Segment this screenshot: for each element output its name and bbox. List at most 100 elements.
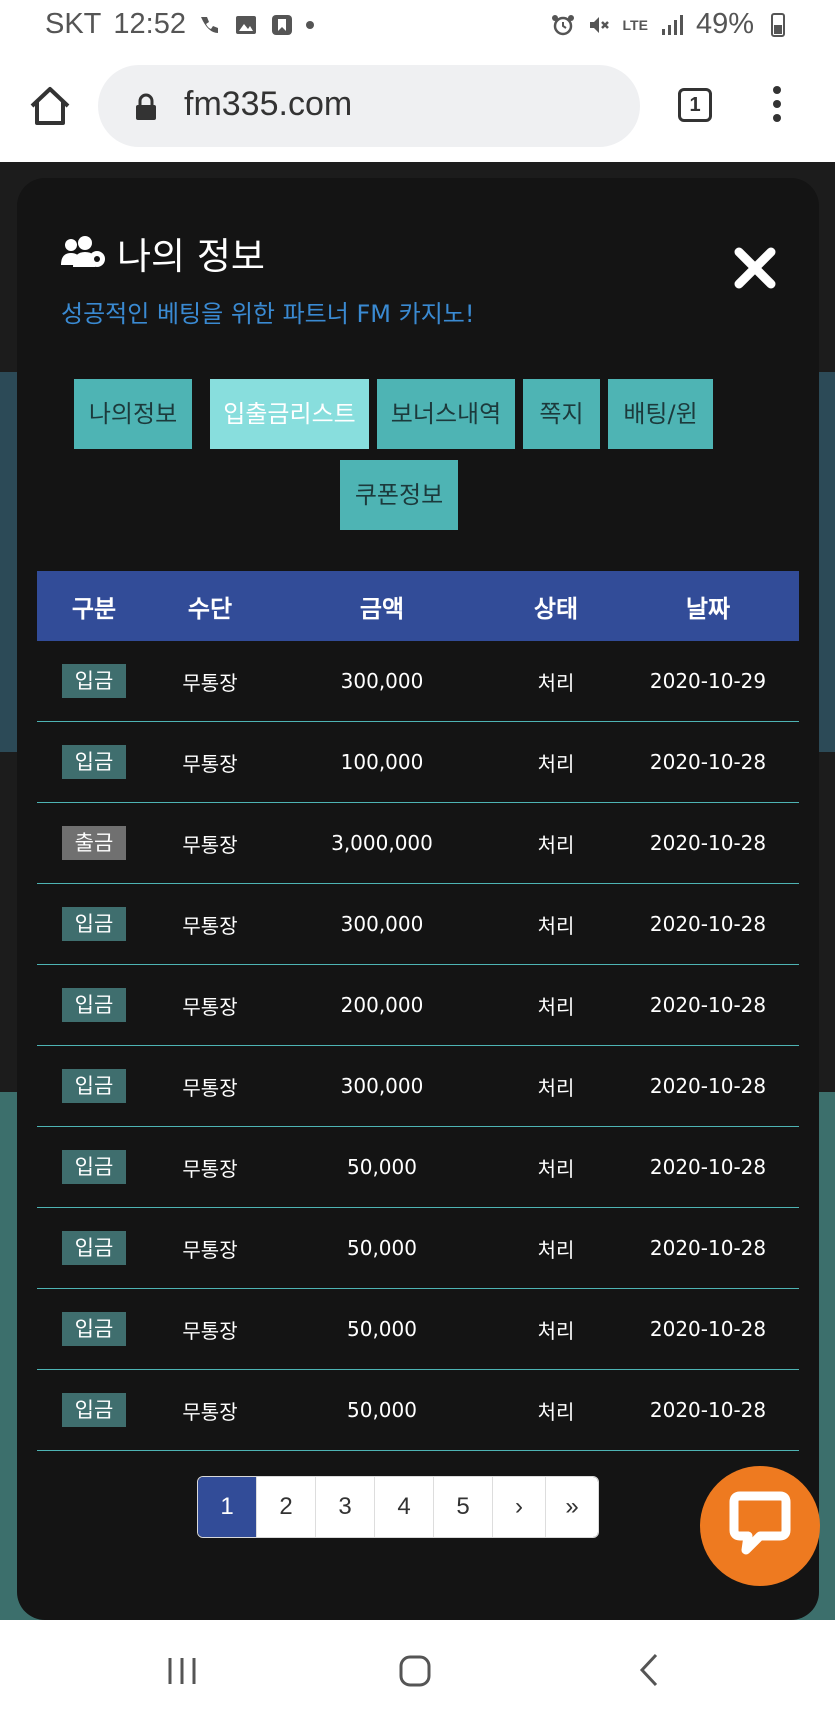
type-badge: 입금 bbox=[62, 988, 126, 1022]
last-page-button[interactable]: » bbox=[546, 1477, 598, 1537]
tab-bonus-history[interactable]: 보너스내역 bbox=[377, 379, 515, 449]
column-header: 구분 bbox=[71, 594, 117, 623]
tab-deposit-withdrawal-list[interactable]: 입출금리스트 bbox=[210, 379, 369, 449]
page-button-1[interactable]: 1 bbox=[198, 1477, 257, 1537]
method-cell: 무통장 bbox=[182, 1318, 238, 1343]
table-row: 입금 무통장 100,000 처리 2020-10-28 bbox=[37, 722, 799, 803]
date-cell: 2020-10-28 bbox=[649, 831, 767, 855]
amount-cell: 50,000 bbox=[347, 1155, 417, 1179]
table-row: 입금 무통장 300,000 처리 2020-10-29 bbox=[37, 641, 799, 722]
battery-icon bbox=[771, 12, 785, 37]
browser-menu-button[interactable] bbox=[770, 86, 784, 126]
address-bar[interactable]: fm335.com bbox=[98, 65, 640, 147]
type-badge: 입금 bbox=[62, 1150, 126, 1184]
tab-betting-win[interactable]: 배팅/윈 bbox=[608, 379, 713, 449]
menu-dot-icon bbox=[773, 100, 781, 108]
status-cell: 처리 bbox=[537, 751, 575, 776]
modal-title: 나의 정보 bbox=[117, 235, 265, 278]
date-cell: 2020-10-28 bbox=[649, 1074, 767, 1098]
status-cell: 처리 bbox=[537, 1156, 575, 1181]
page-button-3[interactable]: 3 bbox=[316, 1477, 375, 1537]
method-cell: 무통장 bbox=[182, 913, 238, 938]
date-cell: 2020-10-28 bbox=[649, 1155, 767, 1179]
amount-cell: 300,000 bbox=[340, 1074, 424, 1098]
modal-header: 나의 정보 성공적인 베팅을 위한 파트너 FM 카지노! bbox=[59, 226, 474, 329]
chat-button[interactable] bbox=[700, 1466, 820, 1586]
amount-cell: 3,000,000 bbox=[331, 831, 433, 855]
amount-cell: 200,000 bbox=[340, 993, 424, 1017]
table-row: 입금 무통장 50,000 처리 2020-10-28 bbox=[37, 1370, 799, 1451]
pagination: 1 2 3 4 5 › » bbox=[197, 1476, 599, 1538]
status-cell: 처리 bbox=[537, 1075, 575, 1100]
amount-cell: 50,000 bbox=[347, 1398, 417, 1422]
date-cell: 2020-10-28 bbox=[649, 750, 767, 774]
amount-cell: 100,000 bbox=[340, 750, 424, 774]
column-header: 수단 bbox=[187, 594, 233, 623]
date-cell: 2020-10-28 bbox=[649, 993, 767, 1017]
recent-apps-icon[interactable] bbox=[164, 1656, 200, 1686]
status-cell: 처리 bbox=[537, 832, 575, 857]
table-row: 입금 무통장 200,000 처리 2020-10-28 bbox=[37, 965, 799, 1046]
close-icon[interactable] bbox=[731, 244, 779, 292]
tab-my-info[interactable]: 나의정보 bbox=[74, 379, 192, 449]
my-info-modal: 나의 정보 성공적인 베팅을 위한 파트너 FM 카지노! 나의정보 입출금리스… bbox=[17, 178, 819, 1620]
method-cell: 무통장 bbox=[182, 1399, 238, 1424]
menu-dot-icon bbox=[773, 114, 781, 122]
status-cell: 처리 bbox=[537, 1318, 575, 1343]
home-nav-icon[interactable] bbox=[398, 1654, 432, 1688]
page-button-4[interactable]: 4 bbox=[375, 1477, 434, 1537]
status-cell: 처리 bbox=[537, 913, 575, 938]
table-row: 입금 무통장 300,000 처리 2020-10-28 bbox=[37, 1046, 799, 1127]
battery-percent: 49% bbox=[695, 8, 754, 40]
home-icon[interactable] bbox=[28, 84, 72, 128]
system-nav-bar bbox=[0, 1620, 835, 1716]
type-badge: 입금 bbox=[62, 745, 126, 779]
gallery-icon bbox=[235, 15, 256, 34]
method-cell: 무통장 bbox=[182, 1075, 238, 1100]
mute-icon bbox=[589, 16, 609, 33]
url-text: fm335.com bbox=[184, 85, 353, 123]
type-badge: 입금 bbox=[62, 1312, 126, 1346]
column-header: 상태 bbox=[533, 594, 579, 623]
amount-cell: 300,000 bbox=[340, 669, 424, 693]
type-badge: 입금 bbox=[62, 1069, 126, 1103]
table-row: 입금 무통장 300,000 처리 2020-10-28 bbox=[37, 884, 799, 965]
amount-cell: 50,000 bbox=[347, 1317, 417, 1341]
tab-switcher-button[interactable]: 1 bbox=[678, 88, 712, 122]
table-row: 출금 무통장 3,000,000 처리 2020-10-28 bbox=[37, 803, 799, 884]
method-cell: 무통장 bbox=[182, 832, 238, 857]
table-row: 입금 무통장 50,000 처리 2020-10-28 bbox=[37, 1127, 799, 1208]
users-gear-icon bbox=[61, 236, 105, 267]
amount-cell: 50,000 bbox=[347, 1236, 417, 1260]
alarm-icon bbox=[551, 14, 574, 35]
back-icon[interactable] bbox=[636, 1652, 662, 1688]
more-notifications-dot bbox=[305, 20, 314, 29]
browser-toolbar: fm335.com 1 bbox=[0, 52, 835, 162]
page-button-5[interactable]: 5 bbox=[434, 1477, 493, 1537]
date-cell: 2020-10-28 bbox=[649, 1398, 767, 1422]
type-badge: 입금 bbox=[62, 1231, 126, 1265]
tab-messages[interactable]: 쪽지 bbox=[523, 379, 600, 449]
status-bar: SKT 12:52 LTE 49% bbox=[0, 0, 835, 52]
status-cell: 처리 bbox=[537, 1399, 575, 1424]
transaction-table: 구분 수단 금액 상태 날짜 입금 무통장 300,000 처리 2020-10… bbox=[37, 571, 799, 1451]
status-cell: 처리 bbox=[537, 994, 575, 1019]
chat-icon bbox=[729, 1491, 791, 1555]
next-page-button[interactable]: › bbox=[493, 1477, 546, 1537]
table-row: 입금 무통장 50,000 처리 2020-10-28 bbox=[37, 1208, 799, 1289]
date-cell: 2020-10-28 bbox=[649, 912, 767, 936]
date-cell: 2020-10-28 bbox=[649, 1236, 767, 1260]
method-cell: 무통장 bbox=[182, 751, 238, 776]
amount-cell: 300,000 bbox=[340, 912, 424, 936]
signal-icon bbox=[661, 14, 683, 35]
method-cell: 무통장 bbox=[182, 1156, 238, 1181]
carrier: SKT bbox=[45, 8, 102, 40]
call-icon bbox=[200, 16, 218, 33]
clock: 12:52 bbox=[113, 8, 186, 40]
method-cell: 무통장 bbox=[182, 1237, 238, 1262]
page-button-2[interactable]: 2 bbox=[257, 1477, 316, 1537]
table-row: 입금 무통장 50,000 처리 2020-10-28 bbox=[37, 1289, 799, 1370]
menu-dot-icon bbox=[773, 86, 781, 94]
tab-coupon-info[interactable]: 쿠폰정보 bbox=[340, 460, 458, 530]
type-badge: 입금 bbox=[62, 1393, 126, 1427]
